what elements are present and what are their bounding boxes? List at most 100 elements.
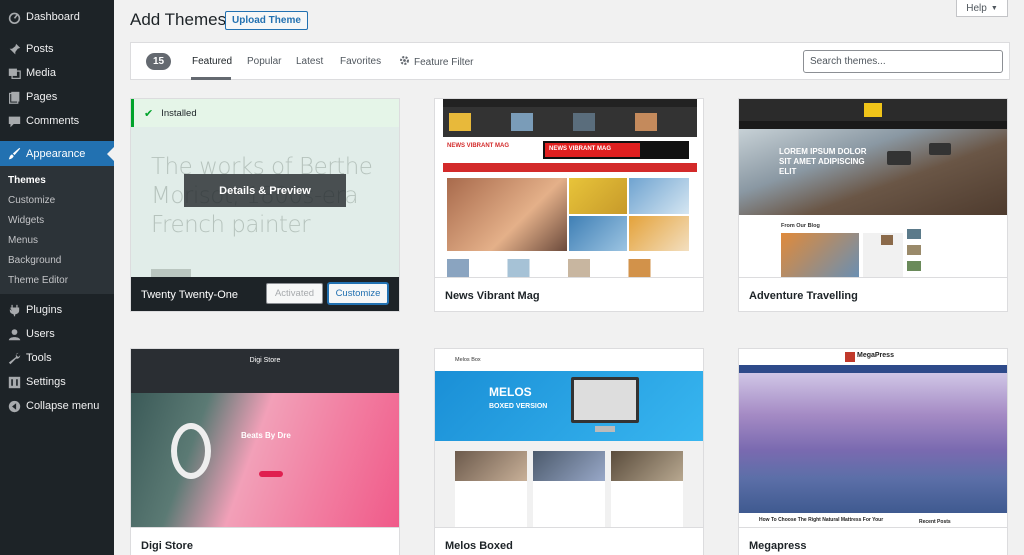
sidebar-item-label: Pages xyxy=(26,91,58,103)
caret-down-icon: ▼ xyxy=(990,4,998,12)
tab-favorites[interactable]: Favorites xyxy=(340,56,381,67)
submenu-widgets[interactable]: Widgets xyxy=(0,210,114,230)
plug-icon xyxy=(7,303,21,317)
help-label: Help xyxy=(966,2,987,14)
mock-featured-image xyxy=(447,178,567,251)
sidebar-item-label: Dashboard xyxy=(26,11,80,23)
help-tab-button[interactable]: Help ▼ xyxy=(956,0,1008,17)
tab-popular[interactable]: Popular xyxy=(247,56,281,67)
sidebar-item-label: Posts xyxy=(26,43,54,55)
gear-icon xyxy=(399,55,410,69)
sidebar-item-appearance[interactable]: Appearance xyxy=(0,141,114,166)
wrench-icon xyxy=(7,351,21,365)
theme-count-badge: 15 xyxy=(146,53,171,70)
mock-hero-image xyxy=(739,373,1007,513)
theme-screenshot[interactable]: Digi Store Beats By Dre xyxy=(131,349,399,527)
upload-theme-button[interactable]: Upload Theme xyxy=(225,11,308,30)
user-icon xyxy=(7,327,21,341)
mock-widget-title: Recent Posts xyxy=(919,519,951,525)
media-icon xyxy=(7,66,21,80)
theme-name: News Vibrant Mag xyxy=(435,277,703,311)
sidebar-item-label: Media xyxy=(26,67,56,79)
details-preview-button[interactable]: Details & Preview xyxy=(184,174,346,207)
comment-icon xyxy=(7,114,21,128)
theme-card-megapress[interactable]: MegaPress How To Choose The Right Natura… xyxy=(738,348,1008,555)
theme-card-adventure-travelling[interactable]: LOREM IPSUM DOLOR SIT AMET ADIPISCING EL… xyxy=(738,98,1008,312)
search-themes-input[interactable] xyxy=(803,50,1003,73)
admin-sidebar: Dashboard Posts Media Pages Comments App… xyxy=(0,0,114,555)
mock-nav xyxy=(739,365,1007,373)
mock-hero-image: Beats By Dre xyxy=(131,393,399,527)
page-title: Add Themes xyxy=(130,10,227,29)
theme-screenshot[interactable]: Melos Box MELOS BOXED VERSION xyxy=(435,349,703,527)
theme-name-label: Adventure Travelling xyxy=(749,289,858,302)
mock-ticker xyxy=(443,107,697,137)
theme-card-melos-boxed[interactable]: Melos Box MELOS BOXED VERSION Melos Boxe… xyxy=(434,348,704,555)
sidebar-item-label: Plugins xyxy=(26,304,63,316)
feature-filter-label: Feature Filter xyxy=(414,56,474,68)
mock-nav xyxy=(739,121,1007,129)
collapse-icon xyxy=(7,399,21,413)
theme-name: Melos Boxed xyxy=(435,527,703,555)
theme-name-label: Twenty Twenty-One xyxy=(141,289,239,301)
mock-section-title: From Our Blog xyxy=(781,223,820,229)
brush-icon xyxy=(7,147,21,161)
feature-filter-button[interactable]: Feature Filter xyxy=(399,55,473,69)
mock-hero-image: MELOS BOXED VERSION xyxy=(435,371,703,441)
theme-name-label: Melos Boxed xyxy=(445,539,513,552)
theme-screenshot[interactable]: NEWS VIBRANT MAG NEWS VIBRANT MAG xyxy=(435,99,703,277)
sidebar-item-posts[interactable]: Posts xyxy=(0,37,114,61)
appearance-submenu: Themes Customize Widgets Menus Backgroun… xyxy=(0,166,114,294)
sidebar-item-pages[interactable]: Pages xyxy=(0,85,114,109)
submenu-customize[interactable]: Customize xyxy=(0,190,114,210)
submenu-themes[interactable]: Themes xyxy=(0,170,114,190)
sidebar-item-label: Tools xyxy=(26,352,52,364)
mock-logo-mark xyxy=(845,352,855,362)
theme-name-label: Digi Store xyxy=(141,539,193,552)
mock-topbar xyxy=(443,99,697,107)
theme-card-news-vibrant-mag[interactable]: NEWS VIBRANT MAG NEWS VIBRANT MAG News V… xyxy=(434,98,704,312)
sidebar-item-plugins[interactable]: Plugins xyxy=(0,298,114,322)
mock-site-logo: Melos Box xyxy=(455,357,481,363)
mock-nav xyxy=(443,163,697,172)
tab-latest[interactable]: Latest xyxy=(296,56,323,67)
mock-site-logo: MegaPress xyxy=(857,352,894,359)
theme-name-label: Megapress xyxy=(749,539,807,552)
submenu-theme-editor[interactable]: Theme Editor xyxy=(0,270,114,290)
mock-site-logo: NEWS VIBRANT MAG xyxy=(447,143,509,149)
mock-post-title: How To Choose The Right Natural Mattress… xyxy=(759,517,884,523)
theme-card-twenty-twenty-one[interactable]: The works of Berthe Morisot, 1800s-era F… xyxy=(130,98,400,312)
theme-name: Adventure Travelling xyxy=(739,277,1007,311)
sidebar-item-media[interactable]: Media xyxy=(0,61,114,85)
sidebar-item-users[interactable]: Users xyxy=(0,322,114,346)
submenu-menus[interactable]: Menus xyxy=(0,230,114,250)
installed-notice: ✔ Installed xyxy=(131,99,399,127)
sidebar-collapse-menu[interactable]: Collapse menu xyxy=(0,394,114,418)
installed-label: Installed xyxy=(161,107,197,119)
theme-card-digi-store[interactable]: Digi Store Beats By Dre Digi Store xyxy=(130,348,400,555)
settings-icon xyxy=(7,375,21,389)
sidebar-item-comments[interactable]: Comments xyxy=(0,109,114,133)
sidebar-item-label: Appearance xyxy=(26,147,86,160)
dashboard-icon xyxy=(7,10,21,24)
theme-name: Megapress xyxy=(739,527,1007,555)
active-tab-indicator xyxy=(191,77,231,80)
pin-icon xyxy=(7,42,21,56)
sidebar-item-settings[interactable]: Settings xyxy=(0,370,114,394)
mock-banner-ad: NEWS VIBRANT MAG xyxy=(543,141,689,159)
checkmark-icon: ✔ xyxy=(144,107,154,120)
pages-icon xyxy=(7,90,21,104)
theme-filter-bar: 15 Featured Popular Latest Favorites Fea… xyxy=(130,42,1010,80)
customize-button[interactable]: Customize xyxy=(328,283,388,304)
preview-image-strip xyxy=(151,269,191,277)
sidebar-item-label: Comments xyxy=(26,115,80,127)
sidebar-item-tools[interactable]: Tools xyxy=(0,346,114,370)
submenu-background[interactable]: Background xyxy=(0,250,114,270)
theme-name: Digi Store xyxy=(131,527,399,555)
theme-screenshot[interactable]: MegaPress How To Choose The Right Natura… xyxy=(739,349,1007,527)
theme-name-label: News Vibrant Mag xyxy=(445,289,540,302)
theme-screenshot[interactable]: LOREM IPSUM DOLOR SIT AMET ADIPISCING EL… xyxy=(739,99,1007,277)
tab-featured[interactable]: Featured xyxy=(192,56,232,67)
activated-button: Activated xyxy=(266,283,323,304)
sidebar-item-dashboard[interactable]: Dashboard xyxy=(0,5,114,29)
